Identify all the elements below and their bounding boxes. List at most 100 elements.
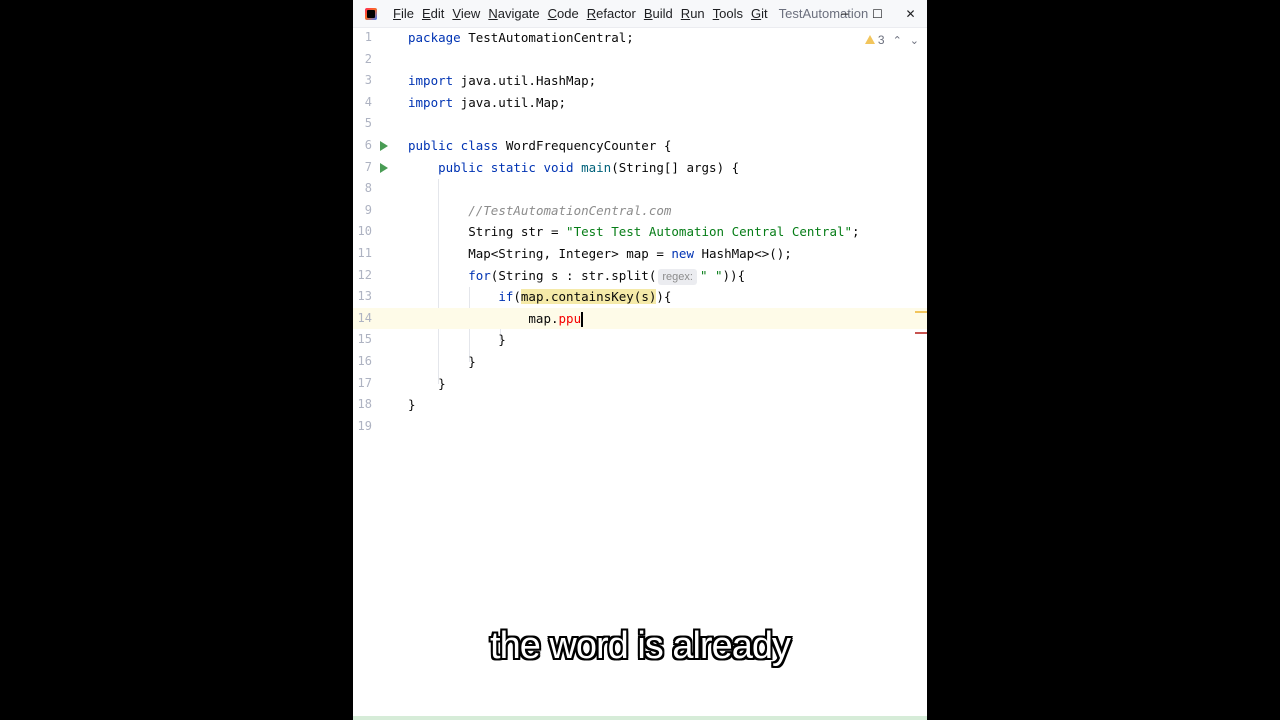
run-gutter-icon[interactable] (380, 162, 388, 173)
video-subtitle: the word is already (490, 625, 791, 667)
menu-item-run[interactable]: Run (681, 6, 705, 21)
line-number[interactable]: 6 (353, 135, 372, 157)
maximize-icon[interactable]: ☐ (861, 0, 894, 27)
code-line[interactable]: 5 (353, 113, 927, 135)
menu-mnemonic: V (452, 6, 461, 21)
code-token: map.containsKey(s) (520, 289, 657, 305)
code-token: (String[] args) { (611, 159, 740, 175)
run-gutter-icon[interactable] (380, 141, 388, 151)
line-number[interactable]: 12 (353, 265, 372, 287)
menu-item-navigate[interactable]: Navigate (488, 6, 539, 21)
code-line[interactable]: 13 if(map.containsKey(s)){ (353, 286, 927, 308)
code-token: public static void (438, 159, 574, 175)
code-text: //TestAutomationCentral.com (408, 200, 671, 222)
code-line[interactable]: 3 import java.util.HashMap; (353, 70, 927, 92)
line-number[interactable]: 4 (353, 92, 372, 114)
menu-label: uild (652, 6, 673, 21)
code-line[interactable]: 7 public static void main(String[] args)… (353, 157, 927, 179)
line-number[interactable]: 10 (353, 221, 372, 243)
code-token: map. (408, 310, 559, 326)
code-line[interactable]: 6 public class WordFrequencyCounter { (353, 135, 927, 157)
menu-item-refactor[interactable]: Refactor (587, 6, 636, 21)
line-number[interactable]: 2 (353, 49, 372, 71)
menu-mnemonic: C (547, 6, 558, 21)
line-number[interactable]: 9 (353, 200, 372, 222)
line-number[interactable]: 1 (353, 27, 372, 49)
code-text: public class WordFrequencyCounter { (408, 135, 671, 157)
menu-item-tools[interactable]: Tools (713, 6, 743, 21)
close-icon[interactable]: ✕ (894, 0, 927, 27)
code-token: Map<String, Integer> map = (408, 246, 672, 261)
code-token: " " (699, 267, 723, 283)
code-line[interactable]: 4 import java.util.Map; (353, 92, 927, 114)
line-number[interactable]: 19 (353, 416, 372, 438)
code-token: } (408, 332, 506, 348)
menu-item-build[interactable]: Build (644, 6, 673, 21)
code-token: WordFrequencyCounter { (498, 138, 672, 153)
menu-label: ools (719, 6, 744, 21)
menu-item-view[interactable]: View (452, 6, 480, 21)
code-editor[interactable]: 1 package TestAutomationCentral; 2 3 import … (353, 27, 927, 717)
line-number[interactable]: 8 (353, 178, 372, 200)
line-number[interactable]: 5 (353, 113, 372, 135)
line-number[interactable]: 16 (353, 351, 372, 373)
code-token: public class (408, 138, 499, 153)
menu-label: ile (400, 6, 414, 21)
code-line[interactable]: 11 Map<String, Integer> map = new HashMa… (353, 243, 927, 265)
code-line[interactable]: 17 } (353, 373, 927, 395)
menu-label: avigate (497, 6, 540, 21)
code-line[interactable]: 10 String str = "Test Test Automation Ce… (353, 221, 927, 243)
code-token: java.util.Map; (453, 94, 567, 110)
code-token: } (408, 375, 446, 391)
menu-label: efactor (596, 6, 636, 21)
menu-mnemonic: N (488, 6, 498, 21)
code-line[interactable]: 12 for(String s : str.split(regex: " ")){ (353, 265, 927, 287)
line-number[interactable]: 3 (353, 70, 372, 92)
menu-mnemonic: G (751, 6, 762, 21)
menu-label: ode (557, 6, 579, 21)
code-token: ; (852, 224, 860, 240)
menu-label: iew (460, 6, 481, 21)
code-token: new (671, 246, 694, 261)
code-token: java.util.HashMap; (453, 73, 597, 89)
code-text: } (408, 394, 416, 416)
code-token: //TestAutomationCentral.com (468, 202, 672, 218)
code-line[interactable]: 18} (353, 394, 927, 416)
line-number[interactable]: 17 (353, 373, 372, 395)
code-line[interactable]: 16 } (353, 351, 927, 373)
code-line[interactable]: 8 (353, 178, 927, 200)
line-number[interactable]: 15 (353, 329, 372, 351)
code-line[interactable]: 19 (353, 416, 927, 438)
line-number[interactable]: 11 (353, 243, 372, 265)
menu-item-code[interactable]: Code (548, 6, 579, 21)
line-number[interactable]: 14 (353, 308, 372, 330)
menu-label: it (761, 6, 768, 21)
menu-mnemonic: R (586, 6, 597, 21)
intellij-logo-icon[interactable] (365, 7, 377, 20)
code-text: import java.util.HashMap; (408, 70, 596, 92)
code-line[interactable]: 1 package TestAutomationCentral; (353, 27, 927, 49)
error-stripe-marker[interactable] (915, 332, 927, 334)
menu-mnemonic: R (680, 6, 691, 21)
code-token: TestAutomationCentral; (460, 30, 634, 45)
menu-mnemonic: E (421, 6, 431, 21)
code-token: HashMap<>(); (693, 246, 792, 261)
line-number[interactable]: 13 (353, 286, 372, 308)
code-line[interactable]: 9 //TestAutomationCentral.com (353, 200, 927, 222)
code-token: main (581, 159, 612, 175)
menu-item-edit[interactable]: Edit (422, 6, 444, 21)
code-line[interactable]: 2 (353, 49, 927, 71)
menu-item-git[interactable]: Git (751, 6, 768, 21)
line-number[interactable]: 7 (353, 157, 372, 179)
code-line[interactable]: 14 map.ppu (353, 307, 927, 330)
code-text: } (408, 329, 506, 351)
line-number[interactable]: 18 (353, 394, 372, 416)
code-line[interactable]: 15 } (353, 329, 927, 351)
menu-item-file[interactable]: File (393, 6, 414, 21)
minimize-icon[interactable]: − (828, 0, 861, 27)
code-token: )){ (722, 267, 746, 283)
warning-stripe-marker[interactable] (915, 311, 927, 313)
